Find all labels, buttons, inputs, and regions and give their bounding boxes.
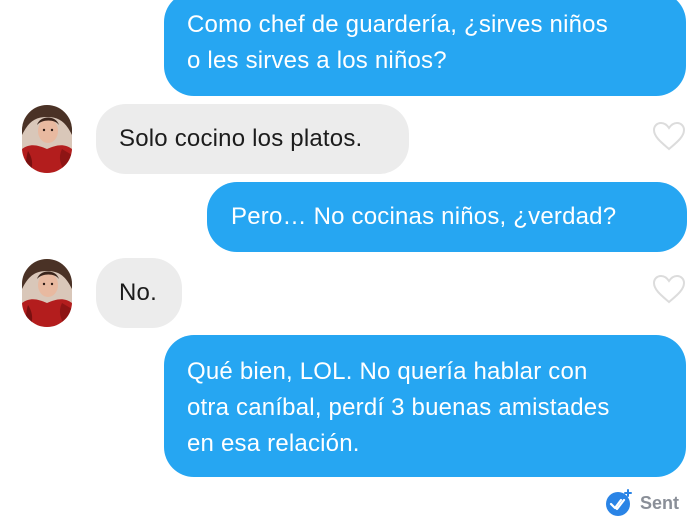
message-line: otra caníbal, perdí 3 buenas amistades xyxy=(187,394,610,421)
message-line: Como chef de guardería, ¿sirves niños xyxy=(187,11,608,38)
outgoing-message[interactable]: Como chef de guardería, ¿sirves niños o … xyxy=(164,0,686,96)
contact-avatar[interactable] xyxy=(22,259,72,327)
message-line: Qué bien, LOL. No quería hablar con xyxy=(187,358,588,385)
sent-label: Sent xyxy=(640,492,680,513)
message-line: Solo cocino los platos. xyxy=(119,125,363,152)
chat-thread: Como chef de guardería, ¿sirves niños o … xyxy=(0,0,700,527)
message-line: Pero… No cocinas niños, ¿verdad? xyxy=(231,203,617,230)
message-line: No. xyxy=(119,279,157,306)
delivery-status: Sent xyxy=(604,488,679,518)
message-line: o les sirves a los niños? xyxy=(187,47,447,74)
incoming-message[interactable]: No. xyxy=(96,258,182,328)
message-line: en esa relación. xyxy=(187,430,360,457)
contact-avatar[interactable] xyxy=(22,105,72,173)
outgoing-message[interactable]: Pero… No cocinas niños, ¿verdad? xyxy=(207,182,687,252)
heart-outline-icon[interactable] xyxy=(652,121,686,151)
incoming-message[interactable]: Solo cocino los platos. xyxy=(96,104,409,174)
heart-outline-icon[interactable] xyxy=(652,274,686,304)
double-check-icon xyxy=(606,489,632,516)
outgoing-message[interactable]: Qué bien, LOL. No quería hablar con otra… xyxy=(164,335,686,477)
